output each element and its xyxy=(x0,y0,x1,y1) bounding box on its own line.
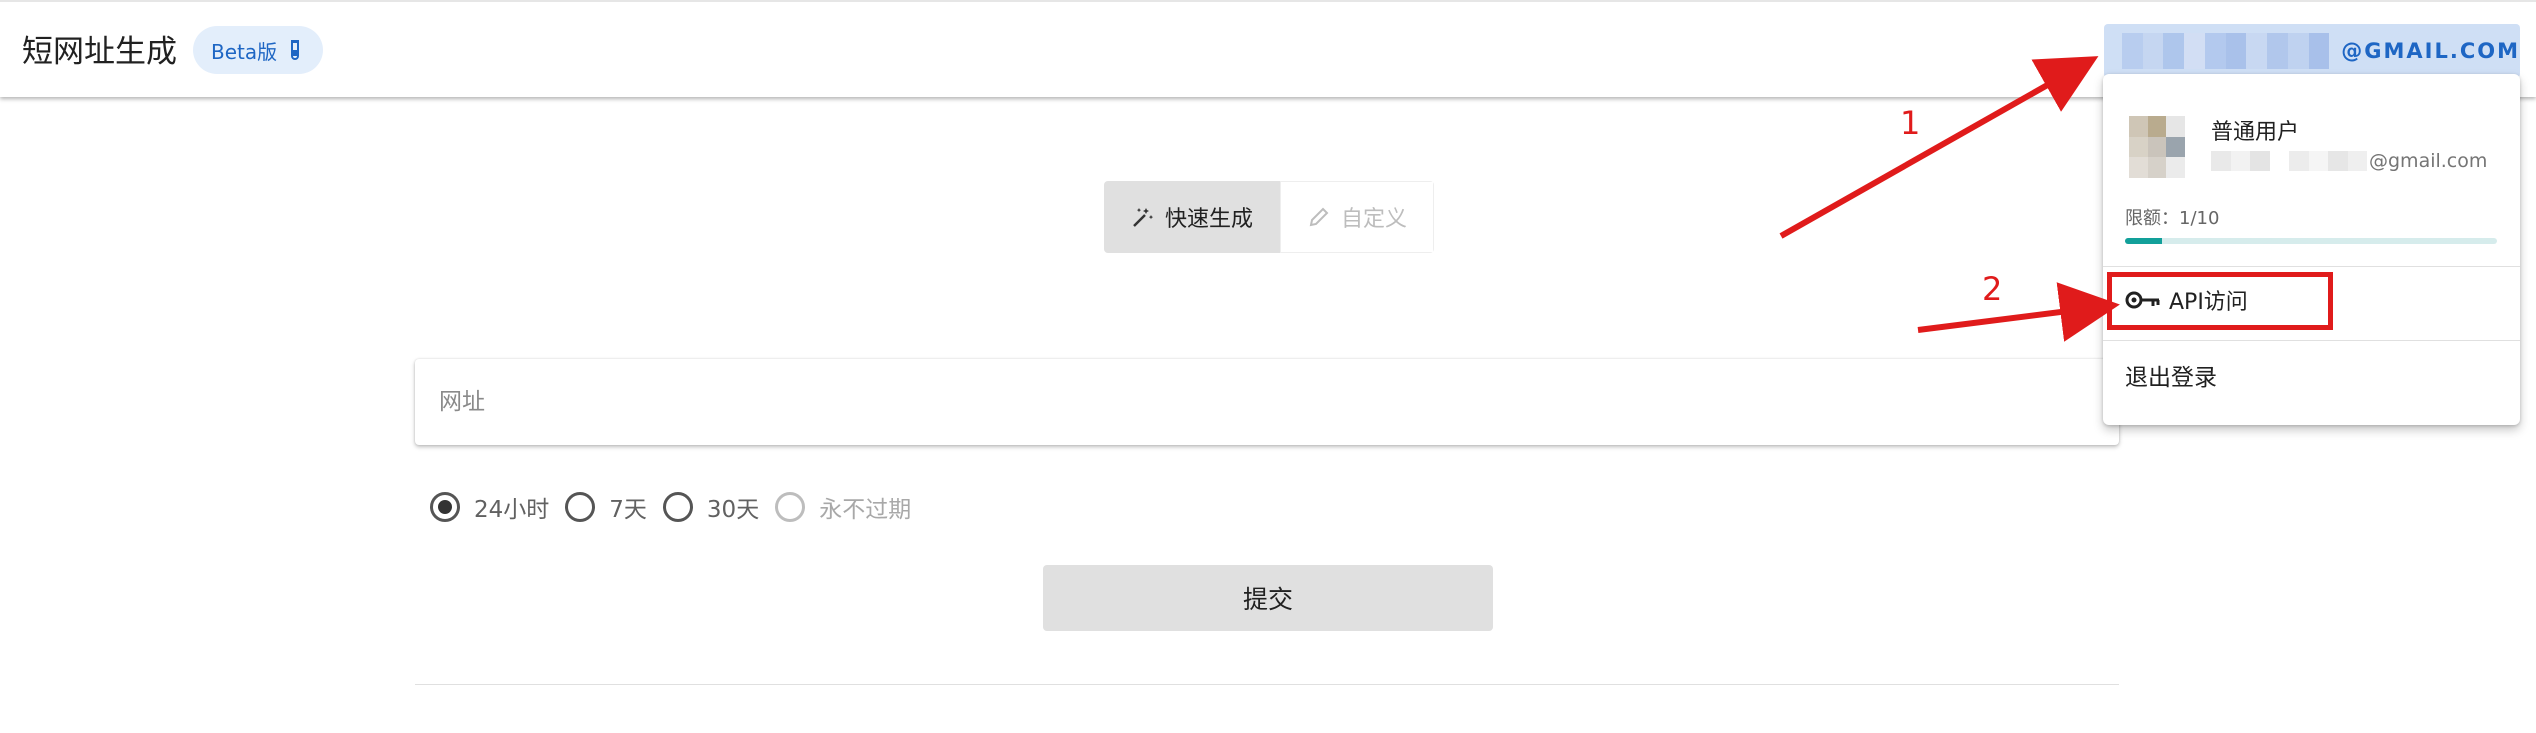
beta-chip[interactable]: Beta版 xyxy=(193,26,324,74)
divider xyxy=(415,684,2119,685)
annotation-step-1: 1 xyxy=(1900,104,1921,142)
annotation-step-2: 2 xyxy=(1982,270,2003,308)
expiry-radio-group: 24小时 7天 30天 永不过期 xyxy=(430,490,927,524)
radio-7d-circle[interactable] xyxy=(565,492,596,522)
user-role: 普通用户 xyxy=(2211,120,2300,145)
submit-button[interactable]: 提交 xyxy=(1043,565,1493,631)
radio-24h-label: 24小时 xyxy=(474,497,550,523)
menu-item-logout[interactable]: 退出登录 xyxy=(2125,358,2217,392)
radio-30d-label: 30天 xyxy=(706,497,760,523)
quota-progress-fill xyxy=(2125,238,2163,244)
user-email: @gmail.com xyxy=(2369,150,2488,172)
menu-divider xyxy=(2103,266,2520,267)
radio-24h[interactable]: 24小时 xyxy=(430,490,549,524)
tab-quick-generate[interactable]: 快速生成 xyxy=(1104,181,1280,253)
radio-30d-circle[interactable] xyxy=(662,492,693,522)
menu-divider xyxy=(2103,340,2520,341)
url-input[interactable] xyxy=(439,389,2095,415)
pencil-icon xyxy=(1309,207,1329,227)
radio-7d-label: 7天 xyxy=(609,497,647,523)
avatar xyxy=(2129,116,2185,178)
beta-label: Beta版 xyxy=(211,39,278,64)
radio-30d[interactable]: 30天 xyxy=(662,490,760,524)
magic-wand-icon xyxy=(1133,208,1154,227)
account-email: @GMAIL.COM xyxy=(2341,39,2520,63)
radio-7d[interactable]: 7天 xyxy=(565,490,647,524)
tab-custom[interactable]: 自定义 xyxy=(1280,181,1434,253)
test-tube-icon xyxy=(291,40,300,60)
app-title: 短网址生成 xyxy=(22,34,177,70)
radio-never-label: 永不过期 xyxy=(819,497,912,523)
radio-never: 永不过期 xyxy=(775,490,911,524)
account-button[interactable]: @GMAIL.COM xyxy=(2104,24,2520,78)
redacted-email-local xyxy=(2211,151,2367,171)
quota-progress xyxy=(2125,238,2497,244)
annotation-highlight-box xyxy=(2107,272,2333,330)
mode-toggle: 快速生成 自定义 xyxy=(1104,181,1434,253)
quota-label: 限额：1/10 xyxy=(2125,208,2220,229)
annotation-arrow-2 xyxy=(1917,282,2120,342)
redacted-username xyxy=(2122,33,2330,69)
tab-custom-label: 自定义 xyxy=(1340,207,1407,232)
radio-24h-circle[interactable] xyxy=(430,492,460,522)
radio-never-circle xyxy=(775,492,806,522)
url-field[interactable] xyxy=(415,359,2119,445)
tab-quick-generate-label: 快速生成 xyxy=(1164,207,1253,232)
account-menu: 普通用户 @gmail.com 限额：1/10 API访问 退出登录 xyxy=(2103,74,2520,425)
user-email-row: @gmail.com xyxy=(2211,150,2487,172)
